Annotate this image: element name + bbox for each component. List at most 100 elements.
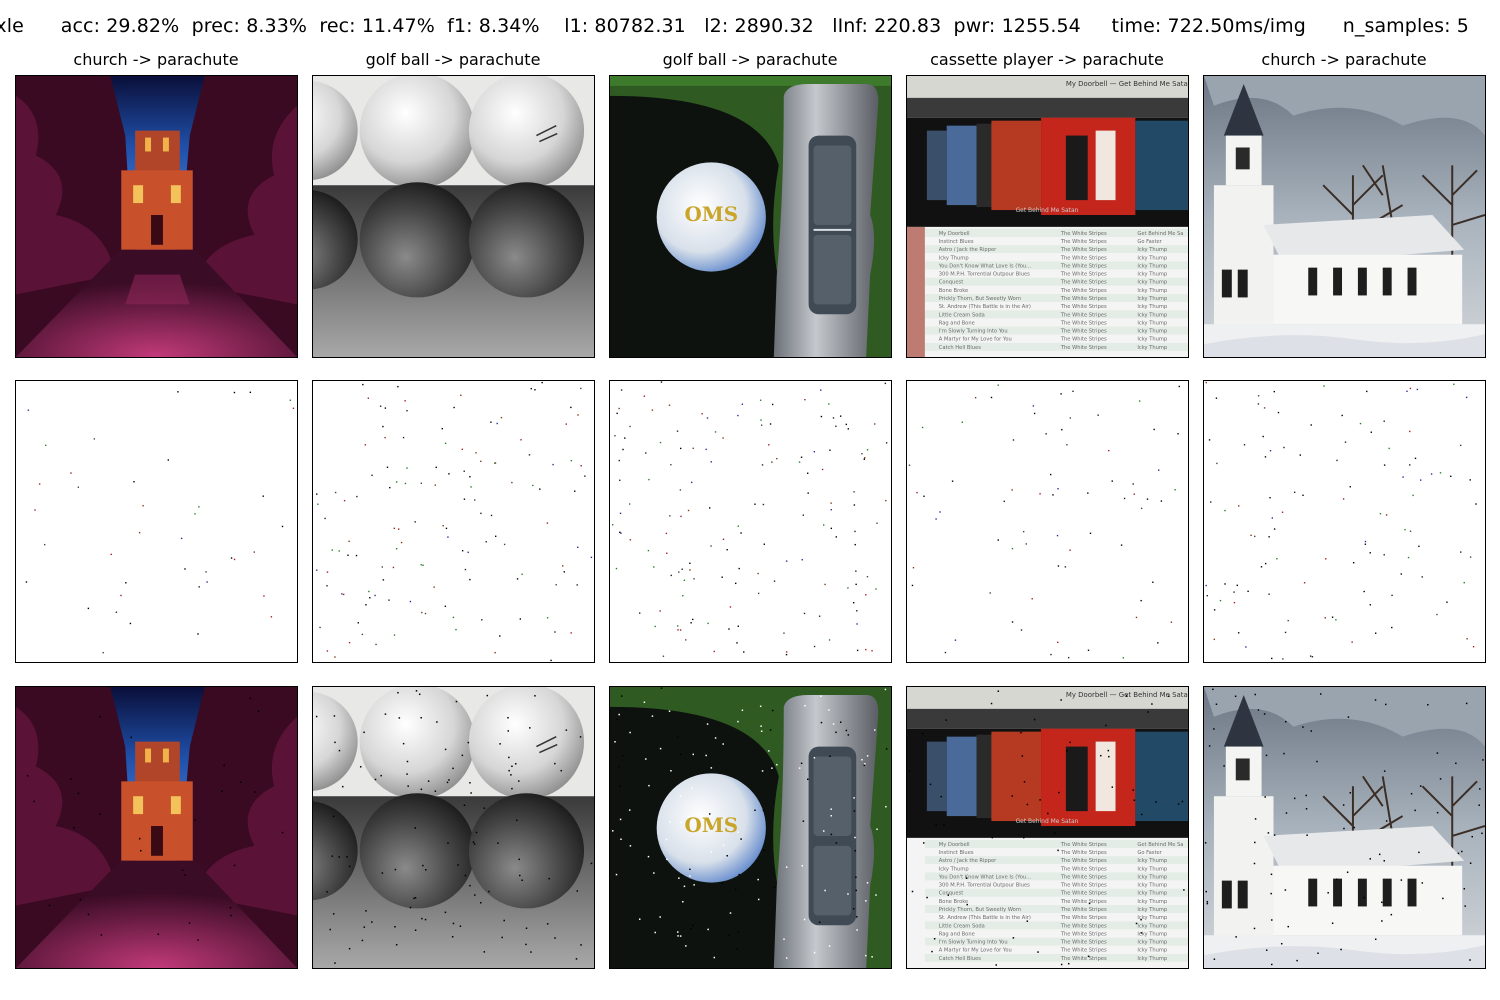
noise-pixel <box>829 449 831 451</box>
noise-pixel <box>1181 800 1184 803</box>
noise-pixel <box>254 791 256 793</box>
track-cell: Icky Thump <box>1137 874 1167 880</box>
noise-pixel <box>677 931 679 933</box>
noise-pixel <box>830 527 833 530</box>
noise-pixel <box>402 742 405 745</box>
noise-pixel <box>1257 709 1260 711</box>
noise-pixel <box>444 911 447 914</box>
noise-pixel <box>923 495 925 497</box>
noise-pixel <box>1400 879 1403 881</box>
noise-pixel <box>534 389 536 391</box>
noise-pixel <box>1416 388 1419 391</box>
noise-pixel <box>828 639 831 641</box>
noise-pixel <box>1465 702 1468 705</box>
track-cell: Go Faster <box>1137 239 1162 245</box>
noise-pixel <box>262 495 264 497</box>
noise-pixel <box>198 586 200 588</box>
noise-pixel <box>865 954 867 957</box>
noise-pixel <box>681 874 683 877</box>
noise-pixel <box>1284 631 1287 634</box>
noise-pixel <box>1057 849 1059 852</box>
noise-pixel <box>802 514 805 516</box>
noise-pixel <box>611 524 614 526</box>
noise-pixel <box>530 387 532 390</box>
noise-pixel <box>769 423 772 425</box>
noise-pixel <box>1351 641 1353 643</box>
noise-pixel <box>714 737 717 739</box>
track-cell: Icky Thump <box>1137 312 1167 318</box>
track-cell: Little Cream Soda <box>939 312 985 318</box>
noise-pixel <box>679 629 682 631</box>
noise-pixel <box>1037 951 1039 953</box>
noise-pixel <box>685 945 687 947</box>
noise-pixel <box>757 898 760 901</box>
noise-pixel <box>281 525 284 528</box>
noise-pixel <box>951 480 954 482</box>
noise-pixel <box>1316 760 1318 763</box>
noise-pixel <box>1160 500 1163 502</box>
noise-pixel <box>230 914 232 917</box>
noise-pixel <box>1011 621 1014 623</box>
noise-pixel <box>665 532 668 535</box>
noise-pixel <box>875 894 877 896</box>
noise-pixel <box>679 935 682 937</box>
noise-pixel <box>1158 469 1160 471</box>
noise-pixel <box>729 606 732 608</box>
noise-pixel <box>1369 604 1372 606</box>
track-cell: The White Stripes <box>1060 231 1107 237</box>
noise-pixel <box>1352 562 1355 564</box>
noise-pixel <box>785 957 788 959</box>
noise-pixel <box>754 809 756 812</box>
noise-pixel <box>856 649 859 652</box>
noise-pixel <box>619 785 621 788</box>
track-cell: Icky Thump <box>1137 915 1167 921</box>
noise-pixel <box>579 736 582 738</box>
noise-pixel <box>346 856 348 858</box>
noise-pixel <box>386 466 389 468</box>
noise-pixel <box>546 923 549 925</box>
noise-pixel <box>338 550 340 552</box>
perturbation-map-5 <box>1203 380 1486 663</box>
noise-pixel <box>651 715 654 717</box>
track-cell: The White Stripes <box>1060 255 1107 261</box>
noise-pixel <box>648 478 650 481</box>
noise-pixel <box>679 489 682 491</box>
noise-pixel <box>326 585 328 587</box>
noise-pixel <box>534 695 536 697</box>
track-cell: Icky Thump <box>1137 923 1167 929</box>
noise-pixel <box>618 765 621 768</box>
noise-pixel <box>1031 598 1033 600</box>
noise-pixel <box>885 442 888 444</box>
noise-pixel <box>1033 718 1036 721</box>
noise-pixel <box>483 807 486 809</box>
track-cell: Icky Thump <box>1137 948 1167 954</box>
noise-pixel <box>233 864 236 867</box>
noise-pixel <box>552 463 554 466</box>
noise-pixel <box>885 499 887 502</box>
noise-pixel <box>683 885 686 888</box>
noise-pixel <box>1309 655 1312 657</box>
noise-pixel <box>773 580 776 582</box>
recall: rec: 11.47% <box>319 15 435 37</box>
noise-pixel <box>1052 494 1054 496</box>
noise-pixel <box>1157 642 1159 644</box>
noise-pixel <box>400 541 403 544</box>
track-cell: The White Stripes <box>1060 883 1107 889</box>
noise-pixel <box>629 845 632 847</box>
noise-pixel <box>847 428 849 430</box>
noise-pixel <box>620 838 622 841</box>
noise-pixel <box>188 922 191 924</box>
track-cell: 300 M.P.H. Torrential Outpour Blues <box>939 883 1030 889</box>
noise-pixel <box>1205 584 1207 587</box>
noise-pixel <box>726 855 728 857</box>
noise-pixel <box>480 460 482 463</box>
noise-pixel <box>929 783 932 786</box>
noise-pixel <box>397 691 399 694</box>
noise-pixel <box>822 830 825 832</box>
noise-pixel <box>691 787 693 790</box>
noise-pixel <box>776 457 778 460</box>
noise-pixel <box>361 633 364 636</box>
track-cell: Icky Thump <box>1137 272 1167 278</box>
noise-pixel <box>757 878 759 881</box>
noise-pixel <box>424 918 427 921</box>
